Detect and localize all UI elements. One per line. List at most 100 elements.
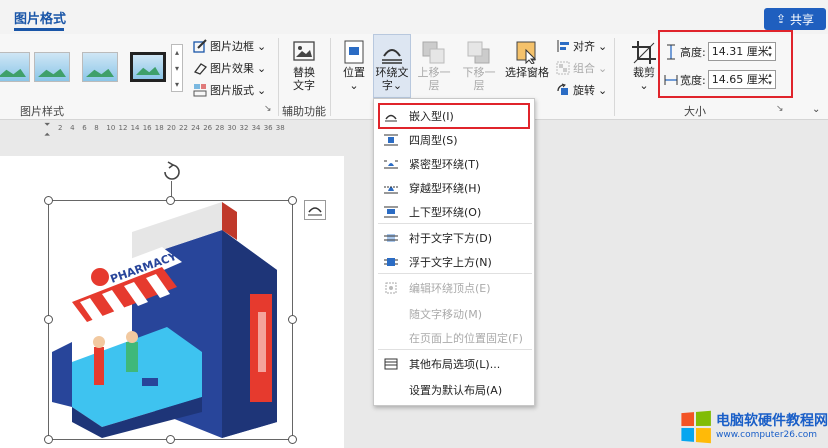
crop-icon [632,41,656,64]
resize-handle[interactable] [44,196,53,205]
ruler-tick: 34 [251,124,261,132]
rotate-handle-icon[interactable] [161,160,183,182]
menu-separator [378,349,532,350]
selection-pane-icon [516,41,537,64]
menu-item-tight[interactable]: 紧密型环绕(T) [378,153,532,175]
ruler-tick: 24 [191,124,201,132]
ruler-tick: 8 [94,124,99,132]
picture-style-thumb[interactable] [130,52,166,82]
effects-icon [193,63,207,75]
ruler-tick: 14 [130,124,140,132]
indent-marker-icon[interactable]: ⏷ [44,120,50,130]
title-bar: 图片格式 ⇪ 共享 [0,0,828,34]
active-tab-indicator [14,28,64,31]
ruler-tick: 2 [58,124,63,132]
menu-item-set-default-layout[interactable]: 设置为默认布局(A) [378,379,532,401]
ruler-tick: 32 [239,124,249,132]
resize-handle[interactable] [166,196,175,205]
group-label-size: 大小 [684,105,706,118]
wrap-top-bottom-icon [384,206,398,218]
menu-item-behind-text[interactable]: 衬于文字下方(D) [378,227,532,249]
resize-handle[interactable] [44,435,53,444]
crop-button[interactable]: 裁剪 ⌄ [628,40,660,92]
dialog-launcher-icon[interactable]: ↘ [264,104,272,114]
wrap-in-front-icon [384,256,398,268]
menu-item-fix-position[interactable]: 在页面上的位置固定(F) [378,327,532,349]
resize-handle[interactable] [288,196,297,205]
layout-options-button[interactable] [304,200,326,220]
ruler-tick: 16 [142,124,152,132]
resize-handle[interactable] [166,435,175,444]
share-button[interactable]: ⇪ 共享 [764,8,826,30]
resize-handle[interactable] [44,315,53,324]
chevron-down-icon: ⌄ [598,39,608,53]
rotate-icon [557,83,568,95]
picture-style-thumb[interactable] [0,52,30,82]
group-button[interactable]: 组合 ⌄ [556,60,607,76]
menu-item-move-with-text[interactable]: 随文字移动(M) [378,303,532,325]
ruler-tick: 10 [106,124,116,132]
ruler-tick: 38 [275,124,285,132]
watermark-url: www.computer26.com [716,430,818,440]
pen-border-icon [193,39,207,53]
ruler-tick: 12 [118,124,128,132]
menu-item-square[interactable]: 四周型(S) [378,129,532,151]
ruler-tick: 28 [215,124,225,132]
more-layout-options-icon [384,358,398,370]
menu-item-edit-wrap-points[interactable]: 编辑环绕顶点(E) [378,277,532,299]
collapse-ribbon-icon[interactable]: ⌄ [812,104,820,115]
picture-layout-button[interactable]: 图片版式 ⌄ [193,82,266,98]
menu-item-through[interactable]: 穿越型环绕(H) [378,177,532,199]
picture-border-button[interactable]: 图片边框 ⌄ [193,38,266,54]
tab-picture-format[interactable]: 图片格式 [14,8,66,27]
bring-forward-button[interactable]: 上移一层 ⌄ [414,40,454,105]
ruler-tick: 18 [154,124,164,132]
wrap-text-icon [382,49,402,64]
group-label-accessibility: 辅助功能 [282,105,326,118]
watermark-title: 电脑软硬件教程网 [716,413,828,429]
group-icon [556,61,570,75]
picture-style-thumb[interactable] [34,52,70,82]
chevron-down-icon: ⌄ [257,39,267,53]
chevron-down-icon: ⌄ [639,79,649,92]
chevron-down-icon: ⌄ [349,79,359,92]
chevron-down-icon: ⌄ [257,61,267,75]
alt-text-icon [293,41,315,61]
wrap-square-icon [384,134,398,146]
alt-text-button[interactable]: 替换文字 [286,40,322,92]
ruler-tick: 20 [166,124,176,132]
ruler-tick: 6 [82,124,87,132]
windows-logo-icon [681,410,711,444]
ruler-tick: 36 [263,124,273,132]
ruler-tick: 30 [227,124,237,132]
group-separator [278,38,279,116]
resize-handle[interactable] [288,435,297,444]
wrap-text-button[interactable]: 环绕文 字⌄ [373,40,411,92]
send-backward-icon [467,41,490,64]
selection-pane-button[interactable]: 选择窗格 [504,40,550,79]
menu-item-in-front-of-text[interactable]: 浮于文字上方(N) [378,251,532,273]
group-separator [614,38,615,116]
chevron-down-icon: ⌄ [598,83,608,97]
gallery-scroll[interactable]: ▴ ▾ ▾ [171,44,183,92]
wrap-inline-icon [308,207,322,216]
menu-item-top-bottom[interactable]: 上下型环绕(O) [378,201,532,223]
group-label-picture-styles: 图片样式 [20,105,64,118]
image-selection-frame [48,200,293,440]
align-icon [557,40,569,52]
align-button[interactable]: 对齐 ⌄ [556,38,607,54]
position-button[interactable]: 位置 ⌄ [338,40,370,92]
send-backward-button[interactable]: 下移一层 ⌄ [458,40,500,105]
horizontal-ruler: 2 4 6 8 10 12 14 16 18 20 22 24 26 28 30 32 34 36 38 [44,122,285,136]
bring-forward-icon [422,41,445,64]
dialog-launcher-icon[interactable]: ↘ [776,104,784,114]
chevron-down-icon: ⌄ [392,79,403,92]
picture-effects-button[interactable]: 图片效果 ⌄ [193,60,266,76]
ruler-tick: 4 [70,124,75,132]
picture-style-thumb[interactable] [82,52,118,82]
rotate-button[interactable]: 旋转 ⌄ [556,82,607,98]
edit-wrap-points-icon [384,282,398,294]
share-icon: ⇪ [775,12,787,26]
menu-item-more-layout-options[interactable]: 其他布局选项(L)... [378,353,532,375]
resize-handle[interactable] [288,315,297,324]
